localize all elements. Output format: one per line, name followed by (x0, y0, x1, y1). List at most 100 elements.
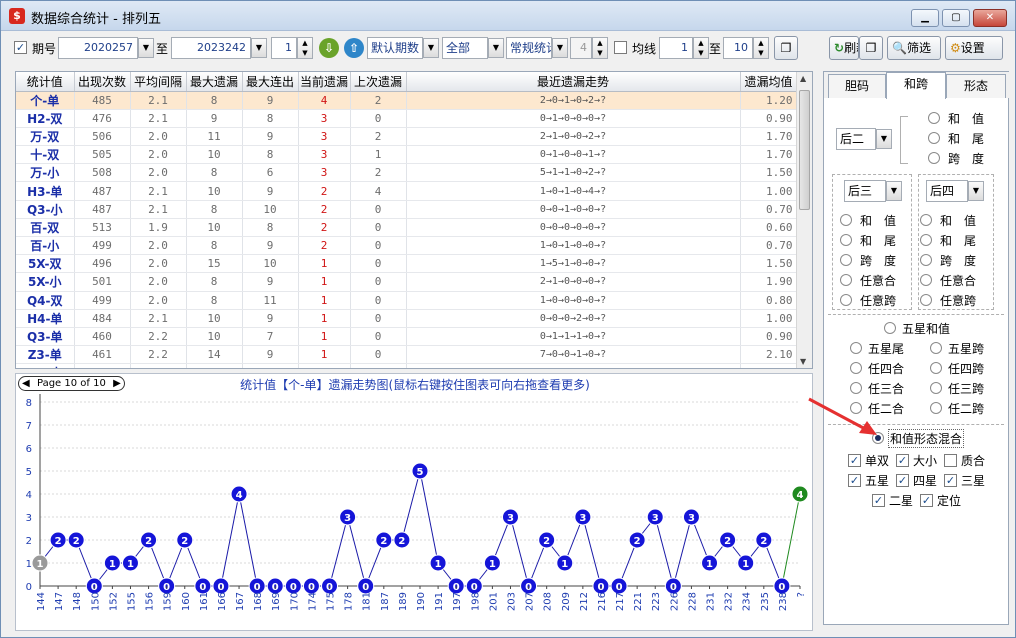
table-row[interactable]: Q3-小 487 2.1 8 10 2 0 0→0→1→0→0→? 0.70 (16, 200, 798, 219)
left_opts-radio-3[interactable] (850, 402, 862, 414)
stat-number-spinner[interactable]: ▲ ▼ (592, 37, 608, 59)
filter-button[interactable]: 🔍筛选 (887, 36, 941, 60)
right_opts-radio-3[interactable] (930, 402, 942, 414)
tab-dan[interactable]: 胆码 (828, 74, 886, 98)
right_opts-radio-0[interactable] (930, 342, 942, 354)
settings-button[interactable]: ⚙设置 (945, 36, 1003, 60)
avg-to-spinner[interactable]: ▲ ▼ (753, 37, 769, 59)
stat-number-input[interactable]: 4 (570, 37, 592, 59)
scroll-down-icon[interactable]: ▼ (800, 357, 806, 366)
up-arrow-icon[interactable]: ⇧ (344, 38, 364, 58)
mix-check-2[interactable] (944, 454, 957, 467)
avg-from-input[interactable]: 1 (659, 37, 693, 59)
group3-dropdown[interactable]: ▼ (968, 181, 984, 201)
g1-radio-2[interactable] (928, 152, 940, 164)
table-row[interactable]: 万-小 508 2.0 8 6 3 2 5→1→1→0→2→? 1.50 (16, 163, 798, 183)
column-header[interactable]: 出现次数 (74, 72, 131, 92)
scroll-up-icon[interactable]: ▲ (800, 74, 806, 83)
table-row[interactable]: Q4-双 499 2.0 8 11 1 0 1→0→0→0→0→? 0.80 (16, 291, 798, 310)
mix-check-7[interactable]: ✓ (920, 494, 933, 507)
copy-icon[interactable]: ❐ (774, 36, 798, 60)
left_opts-radio-0[interactable] (850, 342, 862, 354)
period-mode-dropdown[interactable]: ▼ (423, 38, 439, 58)
g1-radio-0[interactable] (928, 112, 940, 124)
g3-radio-4[interactable] (920, 294, 932, 306)
close-button[interactable]: ✕ (973, 9, 1007, 27)
copy-icon-2[interactable]: ❐ (859, 36, 883, 60)
g1-radio-1[interactable] (928, 132, 940, 144)
column-header[interactable]: 最大遗漏 (186, 72, 243, 92)
g3-radio-0[interactable] (920, 214, 932, 226)
g3-radio-2[interactable] (920, 254, 932, 266)
scope-select[interactable]: 全部 (442, 37, 488, 59)
tab-xingtai[interactable]: 形态 (946, 74, 1006, 98)
column-header[interactable]: 平均间隔 (130, 72, 187, 92)
table-row[interactable]: 百-小 499 2.0 8 9 2 0 1→0→1→0→0→? 0.70 (16, 236, 798, 256)
g2-radio-4[interactable] (840, 294, 852, 306)
right_opts-radio-2[interactable] (930, 382, 942, 394)
table-row[interactable]: Q3-单 460 2.2 10 7 1 0 0→1→1→1→0→? 0.90 (16, 327, 798, 347)
table-row[interactable]: 万-双 506 2.0 11 9 3 2 2→1→0→0→2→? 1.70 (16, 127, 798, 147)
scope-dropdown[interactable]: ▼ (488, 38, 504, 58)
table-row[interactable]: H4-单 484 2.1 10 9 1 0 0→0→0→2→0→? 1.00 (16, 309, 798, 328)
g2-radio-3[interactable] (840, 274, 852, 286)
from-period-dropdown[interactable]: ▼ (138, 38, 154, 58)
scrollbar-thumb[interactable] (799, 90, 810, 210)
left_opts-radio-2[interactable] (850, 382, 862, 394)
minimize-button[interactable]: ▁ (911, 9, 939, 27)
refresh-button[interactable]: ↻刷新 (829, 36, 859, 60)
g2-radio-0[interactable] (840, 214, 852, 226)
step-spinner[interactable]: ▲ ▼ (297, 37, 313, 59)
table-row[interactable]: H3-单 487 2.1 10 9 2 4 1→0→1→0→4→? 1.00 (16, 181, 798, 201)
group1-select[interactable]: 后二 (836, 128, 876, 150)
table-row[interactable]: Z3-单 461 2.2 14 9 1 0 7→0→0→1→0→? 2.10 (16, 345, 798, 365)
maximize-button[interactable]: ▢ (942, 9, 970, 27)
five-sum-radio[interactable] (884, 322, 896, 334)
table-row[interactable]: 十-双 505 2.0 10 8 3 1 0→1→0→0→1→? 1.70 (16, 145, 798, 165)
period-mode-select[interactable]: 默认期数 (367, 37, 423, 59)
table-row[interactable]: 5X-双 496 2.0 15 10 1 0 1→5→1→0→0→? 1.50 (16, 254, 798, 274)
column-header[interactable]: 上次遗漏 (350, 72, 407, 92)
avgline-checkbox[interactable] (614, 41, 627, 54)
stat-mode-select[interactable]: 常规统计 (506, 37, 552, 59)
table-row[interactable]: H3-小4892.0108100→0→0→0→0→?1.70 (16, 363, 798, 368)
trend-chart[interactable]: 统计值【个-单】遗漏走势图(鼠标右键按住图表可向右拖查看更多) ◀ Page 1… (15, 373, 813, 631)
down-arrow-icon[interactable]: ⇩ (319, 38, 339, 58)
g2-radio-2[interactable] (840, 254, 852, 266)
step-input[interactable]: 1 (271, 37, 297, 59)
tab-hekua[interactable]: 和跨 (886, 72, 946, 99)
group3-select[interactable]: 后四 (926, 180, 968, 202)
g2-radio-1[interactable] (840, 234, 852, 246)
right_opts-radio-1[interactable] (930, 362, 942, 374)
g3-radio-3[interactable] (920, 274, 932, 286)
table-row[interactable]: 个-单 485 2.1 8 9 4 2 2→0→1→0→2→? 1.20 (16, 91, 798, 110)
mix-check-3[interactable]: ✓ (848, 474, 861, 487)
group2-dropdown[interactable]: ▼ (886, 181, 902, 201)
mix-check-0[interactable]: ✓ (848, 454, 861, 467)
table-row[interactable]: H2-双 476 2.1 9 8 3 0 0→1→0→0→0→? 0.90 (16, 109, 798, 128)
column-header[interactable]: 统计值 (16, 72, 75, 92)
column-header[interactable]: 遗漏均值 (740, 72, 798, 92)
period-checkbox[interactable]: ✓ (14, 41, 27, 54)
group2-select[interactable]: 后三 (844, 180, 886, 202)
column-header[interactable]: 最大连出 (242, 72, 299, 92)
mix-check-1[interactable]: ✓ (896, 454, 909, 467)
table-row[interactable]: 百-双 513 1.9 10 8 2 0 0→0→0→0→0→? 0.60 (16, 218, 798, 238)
avg-from-spinner[interactable]: ▲ ▼ (693, 37, 709, 59)
stat-mode-dropdown[interactable]: ▼ (552, 38, 568, 58)
mix-radio[interactable] (872, 432, 884, 444)
column-header[interactable]: 当前遗漏 (298, 72, 351, 92)
avg-to-input[interactable]: 10 (723, 37, 753, 59)
g3-radio-1[interactable] (920, 234, 932, 246)
mix-check-4[interactable]: ✓ (896, 474, 909, 487)
from-period-input[interactable]: 2020257 (58, 37, 138, 59)
mix-check-6[interactable]: ✓ (872, 494, 885, 507)
left_opts-radio-1[interactable] (850, 362, 862, 374)
table-row[interactable]: 5X-小 501 2.0 8 9 1 0 2→1→0→0→0→? 1.90 (16, 272, 798, 292)
table-scrollbar[interactable]: ▲ ▼ (796, 72, 812, 368)
mix-check-5[interactable]: ✓ (944, 474, 957, 487)
to-period-dropdown[interactable]: ▼ (251, 38, 267, 58)
group1-dropdown[interactable]: ▼ (876, 129, 892, 149)
to-period-input[interactable]: 2023242 (171, 37, 251, 59)
column-header[interactable]: 最近遗漏走势 (406, 72, 741, 92)
